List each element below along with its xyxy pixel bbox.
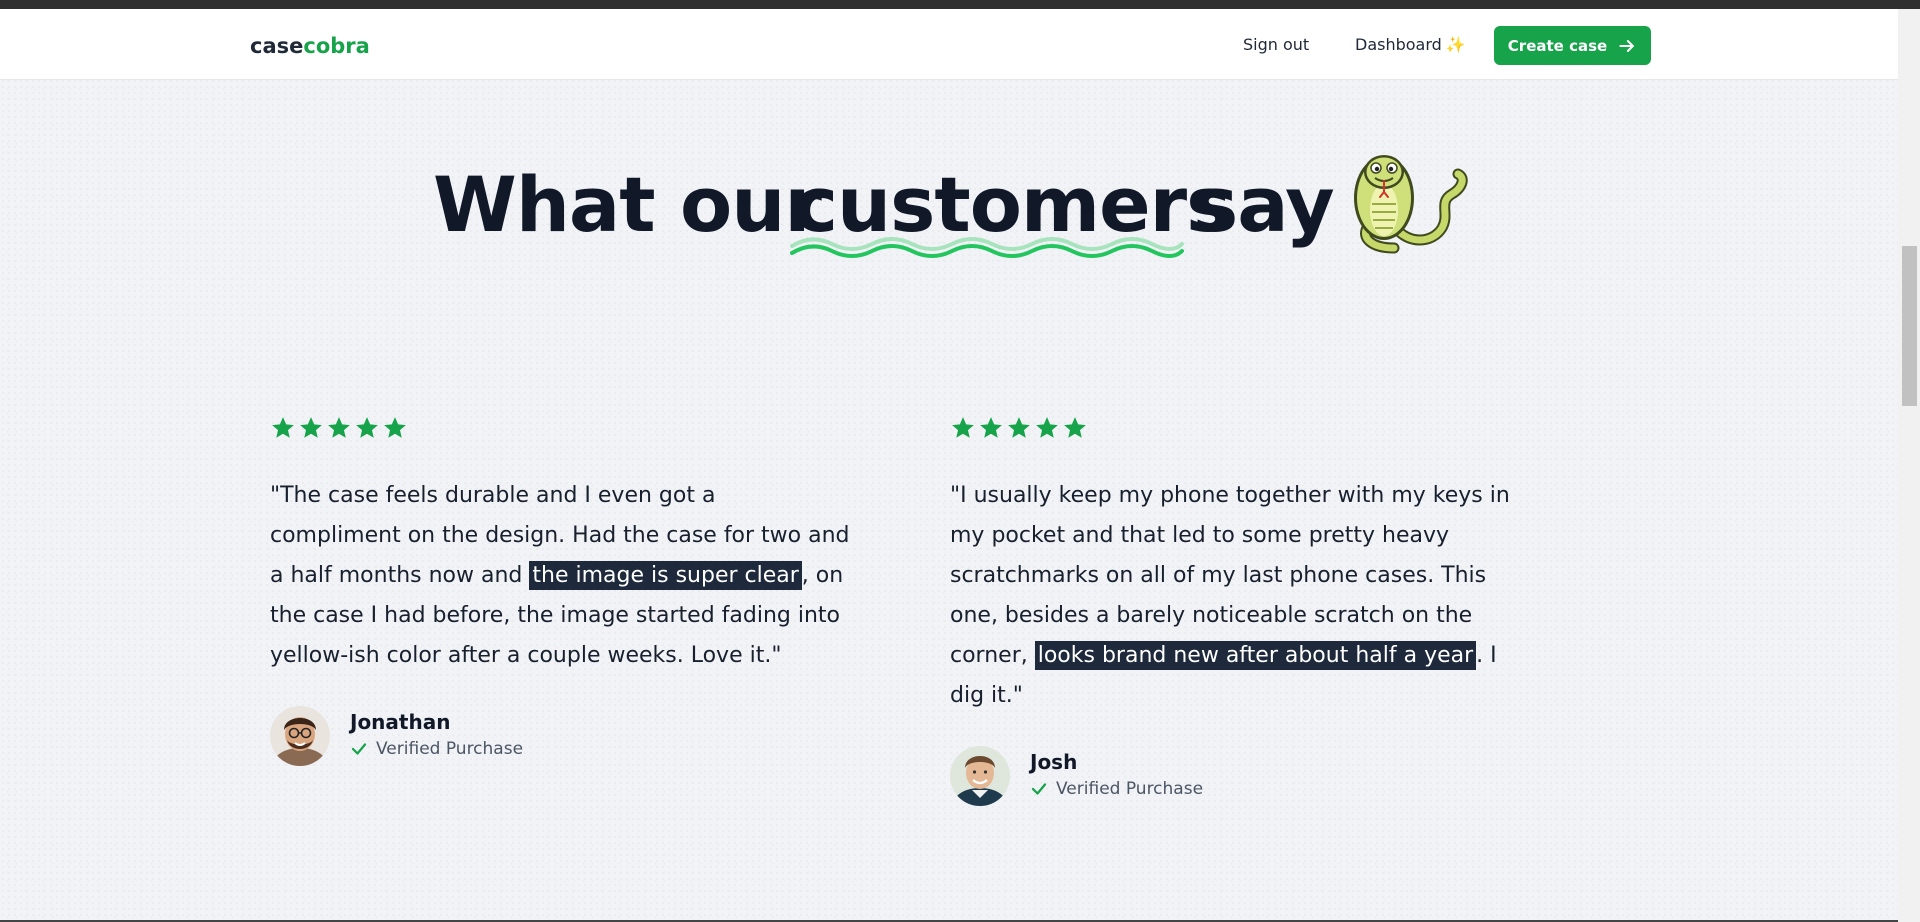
star-icon bbox=[300, 417, 322, 438]
check-icon bbox=[351, 743, 367, 755]
logo-text-case: case bbox=[250, 34, 304, 58]
arrow-right-icon bbox=[1619, 39, 1635, 52]
review-card: "The case feels durable and I even got a… bbox=[270, 415, 850, 770]
sign-out-link[interactable]: Sign out bbox=[1243, 35, 1309, 54]
create-case-label: Create case bbox=[1507, 36, 1608, 55]
page-scrollbar[interactable] bbox=[1898, 9, 1920, 922]
avatar bbox=[950, 746, 1010, 806]
scrollbar-thumb[interactable] bbox=[1902, 246, 1917, 406]
browser-top-edge bbox=[0, 0, 1920, 9]
logo-text-cobra: cobra bbox=[303, 34, 370, 58]
star-icon bbox=[1036, 417, 1058, 438]
avatar-jonathan-icon bbox=[270, 706, 330, 766]
heading-part-say: say bbox=[1193, 160, 1335, 249]
avatar bbox=[270, 706, 330, 766]
top-navbar: casecobra Sign out Dashboard ✨ Create cas… bbox=[0, 9, 1898, 80]
verified-label: Verified Purchase bbox=[376, 739, 524, 759]
review-author: Josh Verified Purchase bbox=[950, 746, 1530, 810]
review-card: "I usually keep my phone together with m… bbox=[950, 415, 1530, 810]
star-rating bbox=[950, 415, 1530, 443]
underline-squiggle-icon bbox=[790, 237, 1184, 258]
quote-highlight: looks brand new after about half a year bbox=[1034, 641, 1477, 670]
star-icon bbox=[384, 417, 406, 438]
review-quote: "The case feels durable and I even got a… bbox=[270, 476, 850, 676]
verified-purchase-badge: Verified Purchase bbox=[1030, 779, 1203, 799]
author-name: Josh bbox=[1030, 750, 1078, 774]
check-icon bbox=[1031, 783, 1047, 795]
verified-purchase-badge: Verified Purchase bbox=[350, 739, 523, 759]
dashboard-label: Dashboard bbox=[1355, 35, 1442, 54]
star-rating bbox=[270, 415, 850, 443]
review-quote: "I usually keep my phone together with m… bbox=[950, 476, 1530, 716]
star-icon bbox=[952, 417, 974, 438]
heading-part-what-our: What our bbox=[433, 160, 822, 249]
author-name: Jonathan bbox=[350, 710, 451, 734]
star-icon bbox=[328, 417, 350, 438]
avatar-josh-icon bbox=[950, 746, 1010, 806]
star-icon bbox=[980, 417, 1002, 438]
star-icon bbox=[1064, 417, 1086, 438]
create-case-button[interactable]: Create case bbox=[1494, 26, 1651, 65]
cobra-mascot-icon bbox=[1354, 155, 1468, 254]
star-icon bbox=[272, 417, 294, 438]
review-author: Jonathan Verified Purchase bbox=[270, 706, 850, 770]
quote-highlight: the image is super clear bbox=[529, 561, 802, 590]
star-icon bbox=[1008, 417, 1030, 438]
dashboard-link[interactable]: Dashboard ✨ bbox=[1355, 35, 1466, 54]
sparkles-icon: ✨ bbox=[1445, 35, 1466, 54]
star-icon bbox=[356, 417, 378, 438]
logo-link[interactable]: casecobra bbox=[250, 34, 370, 58]
verified-label: Verified Purchase bbox=[1056, 779, 1204, 799]
